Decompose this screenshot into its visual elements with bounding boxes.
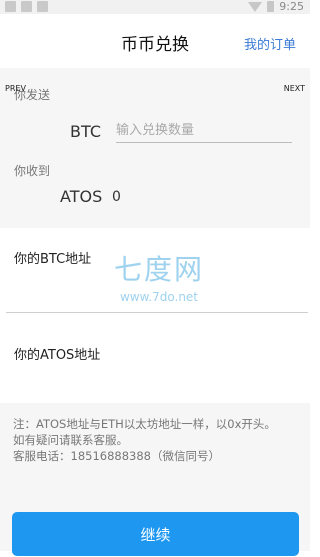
atos-address-label: 你的ATOS地址 (14, 348, 101, 363)
next-button[interactable]: NEXT (284, 84, 305, 93)
app-header: 币币兑换 我的订单 (0, 14, 310, 68)
amount-input[interactable] (116, 118, 292, 143)
prev-button[interactable]: PREV (5, 84, 26, 93)
watermark-brand: 七度网 (113, 253, 204, 286)
notification-icon (37, 1, 48, 12)
notification-icons (5, 1, 48, 12)
receive-label: 你收到 (14, 164, 51, 178)
receive-currency-label: ATOS (60, 187, 103, 206)
btc-address-label: 你的BTC地址 (14, 252, 92, 267)
note-line: 注：ATOS地址与ETH以太坊地址一样，以0x开头。 (13, 417, 276, 431)
my-orders-link[interactable]: 我的订单 (244, 34, 296, 53)
watermark: 七度网 www.7do.net (104, 248, 214, 304)
atos-address-input[interactable] (6, 363, 308, 406)
note-line: 客服电话：18516888388（微信同号） (13, 449, 220, 463)
battery-icon (267, 1, 275, 12)
notification-icon (5, 1, 16, 12)
notification-icon (21, 1, 32, 12)
status-bar: 9:25 (0, 0, 310, 14)
note-line: 如有疑问请联系客服。 (13, 433, 128, 447)
status-time: 9:25 (279, 0, 304, 13)
send-currency-label: BTC (70, 122, 101, 141)
receive-amount: 0 (112, 189, 121, 205)
continue-button[interactable]: 继续 (12, 512, 299, 556)
watermark-url: www.7do.net (119, 290, 199, 304)
wifi-icon (248, 1, 263, 12)
